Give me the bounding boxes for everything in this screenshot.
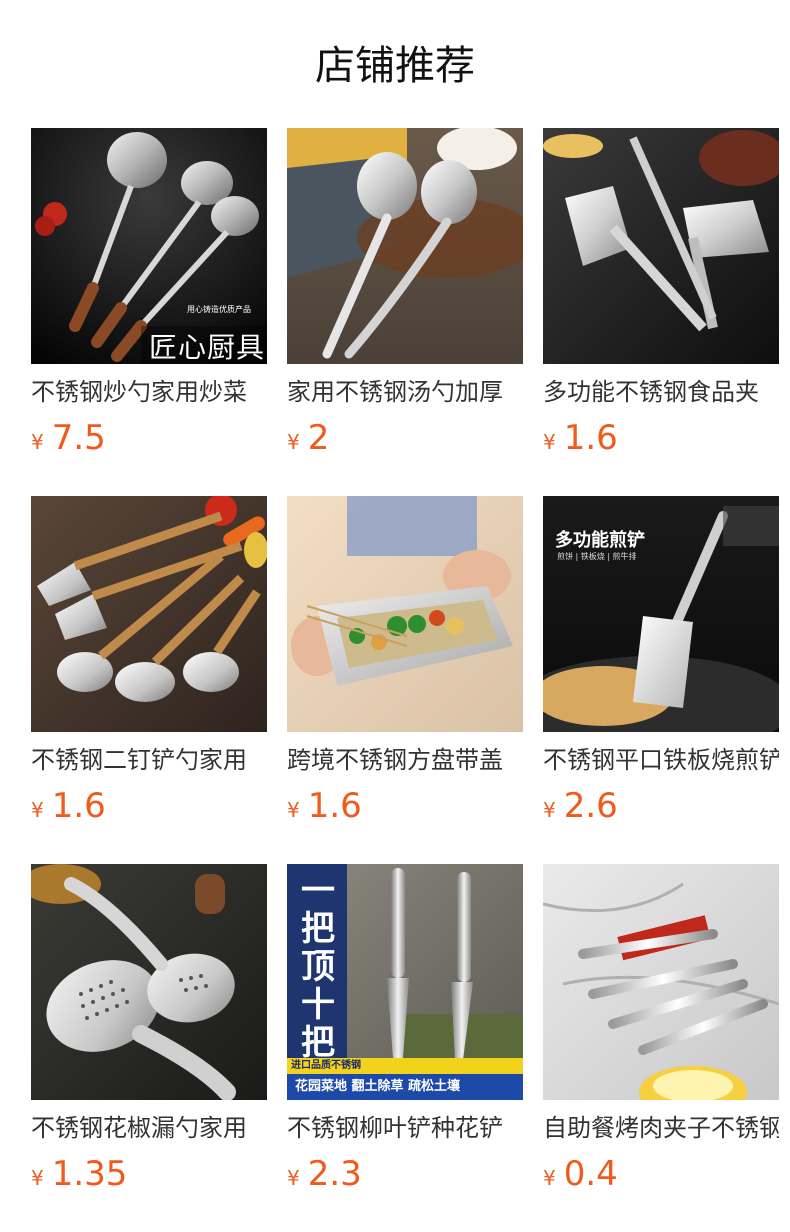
price-amount: 2.3 bbox=[307, 1154, 362, 1194]
currency-symbol: ¥ bbox=[287, 430, 300, 454]
product-image[interactable]: 多功能煎铲 煎饼 | 铁板烧 | 煎牛排 bbox=[543, 496, 779, 732]
product-image[interactable]: 一把顶十把 进口品质不锈钢 花园菜地 翻土除草 疏松土壤 bbox=[287, 864, 523, 1100]
tongs-image bbox=[543, 128, 779, 364]
price-amount: 1.6 bbox=[51, 786, 106, 826]
product-card[interactable]: 多功能不锈钢食品夹 ¥1.6 bbox=[543, 128, 779, 496]
bbq-tongs-image bbox=[543, 864, 779, 1100]
currency-symbol: ¥ bbox=[31, 430, 44, 454]
price-amount: 2 bbox=[307, 418, 330, 458]
product-name[interactable]: 不锈钢平口铁板烧煎铲 bbox=[543, 742, 779, 778]
product-name[interactable]: 不锈钢柳叶铲种花铲 bbox=[287, 1110, 523, 1146]
currency-symbol: ¥ bbox=[287, 1166, 300, 1190]
product-grid: 用心铸造优质产品 匠心厨具 不锈钢炒勺家用炒菜 ¥7.5 家用不锈钢汤勺加厚 ¥… bbox=[31, 128, 779, 1232]
tray-image bbox=[287, 496, 523, 732]
soup-ladle-image bbox=[287, 128, 523, 364]
price-amount: 7.5 bbox=[51, 418, 106, 458]
product-price: ¥0.4 bbox=[543, 1154, 618, 1200]
product-card[interactable]: 多功能煎铲 煎饼 | 铁板烧 | 煎牛排 不锈钢平口铁板烧煎铲 ¥2.6 bbox=[543, 496, 779, 864]
product-image[interactable] bbox=[543, 128, 779, 364]
currency-symbol: ¥ bbox=[543, 430, 556, 454]
price-amount: 1.6 bbox=[307, 786, 362, 826]
product-image[interactable] bbox=[543, 864, 779, 1100]
price-amount: 0.4 bbox=[563, 1154, 618, 1194]
currency-symbol: ¥ bbox=[31, 1166, 44, 1190]
product-image[interactable] bbox=[31, 496, 267, 732]
product-card[interactable]: 不锈钢二钉铲勺家用 ¥1.6 bbox=[31, 496, 267, 864]
image-overlay-text: 匠心厨具 bbox=[149, 331, 266, 364]
image-overlay-banner: 花园菜地 翻土除草 疏松土壤 bbox=[295, 1079, 461, 1094]
product-price: ¥2.3 bbox=[287, 1154, 362, 1200]
product-name[interactable]: 不锈钢二钉铲勺家用 bbox=[31, 742, 267, 778]
product-card[interactable]: 用心铸造优质产品 匠心厨具 不锈钢炒勺家用炒菜 ¥7.5 bbox=[31, 128, 267, 496]
utensil-set-image bbox=[31, 496, 267, 732]
product-price: ¥1.35 bbox=[31, 1154, 127, 1200]
product-price: ¥2 bbox=[287, 418, 329, 464]
product-card[interactable]: 不锈钢花椒漏勺家用 ¥1.35 bbox=[31, 864, 267, 1232]
product-card[interactable]: 家用不锈钢汤勺加厚 ¥2 bbox=[287, 128, 523, 496]
currency-symbol: ¥ bbox=[543, 1166, 556, 1190]
product-name[interactable]: 自助餐烤肉夹子不锈钢 bbox=[543, 1110, 779, 1146]
currency-symbol: ¥ bbox=[31, 798, 44, 822]
product-image[interactable]: 用心铸造优质产品 匠心厨具 bbox=[31, 128, 267, 364]
product-name[interactable]: 不锈钢炒勺家用炒菜 bbox=[31, 374, 267, 410]
currency-symbol: ¥ bbox=[543, 798, 556, 822]
price-amount: 1.6 bbox=[563, 418, 618, 458]
section-title: 店铺推荐 bbox=[315, 43, 475, 89]
product-image[interactable] bbox=[287, 128, 523, 364]
image-overlay-text: 多功能煎铲 bbox=[555, 530, 645, 551]
product-name[interactable]: 不锈钢花椒漏勺家用 bbox=[31, 1110, 267, 1146]
product-name[interactable]: 跨境不锈钢方盘带盖 bbox=[287, 742, 523, 778]
product-card[interactable]: 自助餐烤肉夹子不锈钢 ¥0.4 bbox=[543, 864, 779, 1232]
image-overlay-text: 一把顶十把 bbox=[301, 871, 335, 1063]
price-amount: 2.6 bbox=[563, 786, 618, 826]
product-card[interactable]: 跨境不锈钢方盘带盖 ¥1.6 bbox=[287, 496, 523, 864]
product-image[interactable] bbox=[31, 864, 267, 1100]
product-price: ¥1.6 bbox=[287, 786, 362, 832]
product-name[interactable]: 家用不锈钢汤勺加厚 bbox=[287, 374, 523, 410]
product-image[interactable] bbox=[287, 496, 523, 732]
slotted-spoon-image bbox=[31, 864, 267, 1100]
image-overlay-badge: 进口品质不锈钢 bbox=[291, 1060, 361, 1071]
product-price: ¥7.5 bbox=[31, 418, 106, 464]
product-price: ¥1.6 bbox=[31, 786, 106, 832]
product-card[interactable]: 一把顶十把 进口品质不锈钢 花园菜地 翻土除草 疏松土壤 不锈钢柳叶铲种花铲 ¥… bbox=[287, 864, 523, 1232]
image-overlay-small: 煎饼 | 铁板烧 | 煎牛排 bbox=[557, 552, 637, 561]
product-name[interactable]: 多功能不锈钢食品夹 bbox=[543, 374, 779, 410]
product-price: ¥2.6 bbox=[543, 786, 618, 832]
currency-symbol: ¥ bbox=[287, 798, 300, 822]
price-amount: 1.35 bbox=[51, 1154, 128, 1194]
product-price: ¥1.6 bbox=[543, 418, 618, 464]
image-overlay-small: 用心铸造优质产品 bbox=[187, 305, 251, 314]
